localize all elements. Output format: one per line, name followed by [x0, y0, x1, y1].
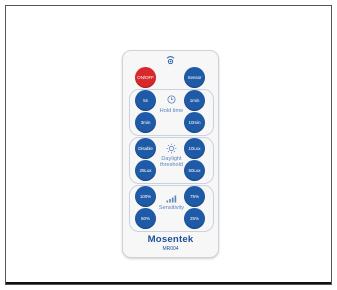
sensor-button[interactable]: Sensor	[184, 67, 205, 88]
daylight-25lux-button[interactable]: 25Lux	[135, 160, 156, 181]
clock-icon	[167, 95, 176, 104]
remote-control: ON/OFF Sensor Hold time 5s 1min 3min 10m…	[122, 50, 219, 258]
sensitivity-25-button[interactable]: 25%	[184, 208, 205, 229]
hold-10min-button[interactable]: 10min	[184, 112, 205, 133]
frame-bottom-edge	[6, 282, 331, 284]
brand-logo: Mosentek	[147, 234, 194, 245]
hold-1min-button[interactable]: 1min	[184, 90, 205, 111]
daylight-50lux-button[interactable]: 50Lux	[184, 160, 205, 181]
ir-emitter-icon	[166, 56, 175, 65]
hold-3min-button[interactable]: 3min	[135, 112, 156, 133]
sensitivity-50-button[interactable]: 50%	[135, 208, 156, 229]
sensitivity-100-button[interactable]: 100%	[135, 186, 156, 207]
sun-icon	[166, 143, 177, 154]
sensitivity-75-button[interactable]: 75%	[184, 186, 205, 207]
signal-bars-icon	[166, 195, 177, 203]
power-button[interactable]: ON/OFF	[135, 67, 156, 88]
hold-5s-button[interactable]: 5s	[135, 90, 156, 111]
daylight-disable-button[interactable]: Disable	[135, 138, 156, 159]
model-number: MR004	[162, 246, 179, 252]
daylight-10lux-button[interactable]: 10Lux	[184, 138, 205, 159]
